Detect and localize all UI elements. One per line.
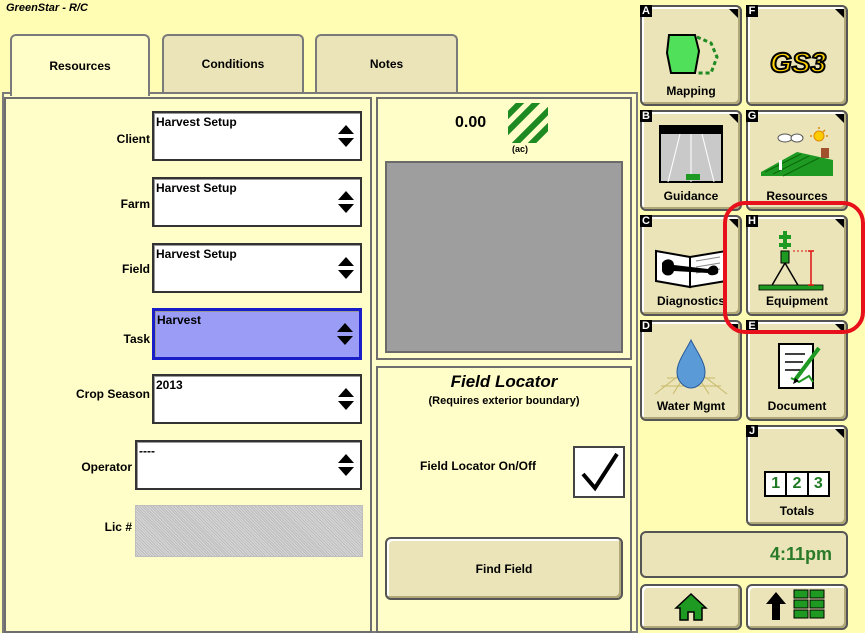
gs3-tile[interactable]: F GS3 (746, 5, 848, 106)
field-label: Field (121, 262, 150, 276)
corner-marker (729, 114, 738, 123)
gs3-logo: GS3 (769, 46, 827, 79)
task-dropdown[interactable]: Harvest (152, 308, 362, 360)
tab-notes[interactable]: Notes (315, 34, 458, 92)
tile-letter: A (640, 5, 652, 17)
tab-label: Conditions (201, 57, 265, 71)
corner-marker (729, 9, 738, 18)
totals-icon: 1 2 3 (764, 471, 830, 497)
home-icon (674, 592, 708, 621)
corner-marker (835, 114, 844, 123)
lic-label: Lic # (104, 520, 132, 534)
totals-label: Totals (779, 504, 815, 518)
find-field-label: Find Field (475, 561, 533, 576)
coverage-hatch-icon (508, 103, 548, 143)
tab-label: Notes (369, 57, 404, 71)
up-down-arrow-icon (338, 388, 354, 410)
field-locator-checkbox[interactable] (573, 446, 625, 498)
task-label: Task (123, 332, 150, 346)
corner-marker (835, 429, 844, 438)
up-down-arrow-icon (338, 125, 354, 147)
field-map-preview (385, 161, 623, 353)
up-down-arrow-icon (337, 323, 353, 345)
up-down-arrow-icon (338, 454, 354, 476)
document-label: Document (767, 399, 827, 413)
up-down-arrow-icon (338, 257, 354, 279)
operator-dropdown[interactable]: ---- (135, 440, 362, 490)
farm-dropdown[interactable]: Harvest Setup (152, 177, 362, 227)
arrow-up-menu-icon (766, 589, 825, 620)
up-down-arrow-icon (338, 191, 354, 213)
guidance-tile[interactable]: B Guidance (640, 110, 742, 211)
totals-digit: 3 (813, 475, 823, 492)
farm-value: Harvest Setup (156, 181, 237, 195)
clock-display: 4:11pm (640, 531, 848, 578)
field-locator-subtitle: (Requires exterior boundary) (428, 395, 580, 407)
totals-digit: 2 (787, 473, 809, 495)
field-value: Harvest Setup (156, 247, 237, 261)
resources-tile[interactable]: G Resources (746, 110, 848, 211)
tile-letter: C (640, 215, 652, 227)
crop-season-dropdown[interactable]: 2013 (152, 374, 362, 424)
equipment-highlight-ring (723, 201, 865, 334)
lic-field (135, 505, 363, 557)
document-icon (748, 340, 846, 392)
tab-label: Resources (49, 59, 111, 73)
operator-value: ---- (139, 444, 155, 458)
tile-letter: D (640, 320, 652, 332)
crop-season-value: 2013 (156, 378, 183, 392)
water-mgmt-label: Water Mgmt (656, 399, 726, 413)
guidance-icon (642, 124, 740, 184)
clock-time: 4:11pm (769, 544, 832, 564)
operator-label: Operator (81, 460, 132, 474)
area-value: 0.00 (455, 114, 487, 131)
document-tile[interactable]: E Document (746, 320, 848, 421)
mapping-label: Mapping (666, 84, 716, 98)
water-icon (642, 336, 740, 396)
area-unit: (ac) (512, 144, 529, 154)
client-value: Harvest Setup (156, 115, 237, 129)
home-button[interactable] (640, 584, 742, 630)
field-dropdown[interactable]: Harvest Setup (152, 243, 362, 293)
resources-icon (748, 126, 846, 180)
tile-letter: F (746, 5, 758, 17)
totals-tile[interactable]: J 1 2 3 Totals (746, 425, 848, 526)
field-locator-toggle-label: Field Locator On/Off (420, 459, 536, 473)
tab-conditions[interactable]: Conditions (162, 34, 304, 92)
totals-digit: 1 (766, 473, 788, 495)
corner-marker (835, 9, 844, 18)
find-field-button[interactable]: Find Field (385, 537, 623, 600)
mapping-icon (642, 29, 740, 79)
farm-label: Farm (120, 197, 150, 211)
tab-resources[interactable]: Resources (10, 34, 150, 96)
menu-button[interactable] (746, 584, 848, 630)
checkmark-icon (581, 452, 619, 492)
water-mgmt-tile[interactable]: D Water Mgmt (640, 320, 742, 421)
tile-letter: J (746, 425, 758, 437)
field-locator-title: Field Locator (450, 372, 558, 391)
tile-letter: G (746, 110, 758, 122)
tile-letter: B (640, 110, 652, 122)
task-value: Harvest (157, 313, 202, 327)
crop-season-label: Crop Season (75, 387, 150, 401)
app-title: GreenStar - R/C (6, 2, 88, 14)
guidance-label: Guidance (663, 189, 719, 203)
client-dropdown[interactable]: Harvest Setup (152, 111, 362, 161)
mapping-tile[interactable]: A Mapping (640, 5, 742, 106)
client-label: Client (116, 132, 150, 146)
